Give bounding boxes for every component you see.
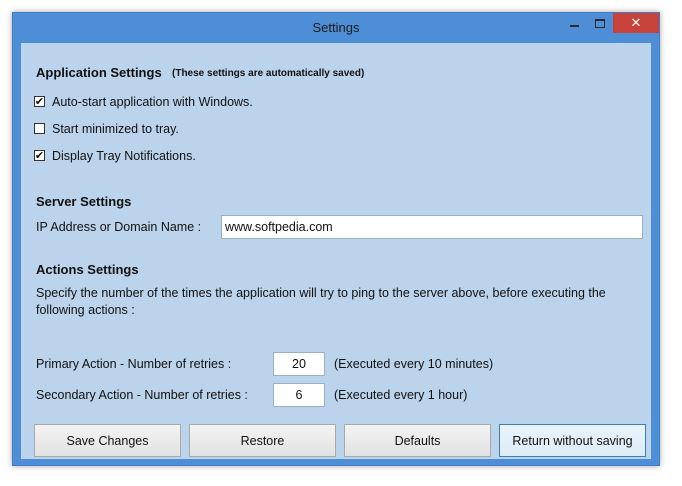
secondary-retries-input[interactable] [273, 383, 325, 407]
tray-notifications-checkbox[interactable]: ✔ [34, 150, 45, 161]
secondary-action-label: Secondary Action - Number of retries : [36, 388, 248, 402]
server-settings-heading: Server Settings [36, 194, 132, 209]
primary-action-note: (Executed every 10 minutes) [334, 357, 494, 371]
primary-retries-input[interactable] [273, 352, 325, 376]
actions-description: Specify the number of the times the appl… [36, 285, 648, 319]
return-without-saving-button[interactable]: Return without saving [499, 424, 646, 457]
auto-start-label[interactable]: Auto-start application with Windows. [52, 95, 253, 109]
title-bar[interactable]: Settings ✕ [13, 13, 659, 43]
primary-action-label: Primary Action - Number of retries : [36, 357, 232, 371]
maximize-icon [595, 18, 605, 28]
maximize-button[interactable] [587, 13, 613, 33]
actions-description-line2: following actions : [36, 303, 135, 317]
actions-description-line1: Specify the number of the times the appl… [36, 286, 606, 300]
start-minimized-label[interactable]: Start minimized to tray. [52, 122, 179, 136]
minimize-icon [569, 25, 579, 27]
save-changes-button[interactable]: Save Changes [34, 424, 181, 457]
minimize-button[interactable] [561, 13, 587, 33]
ip-address-label: IP Address or Domain Name : [36, 220, 202, 234]
close-icon: ✕ [630, 15, 642, 31]
secondary-action-note: (Executed every 1 hour) [334, 388, 468, 402]
actions-settings-heading: Actions Settings [36, 262, 139, 277]
checkmark-icon: ✔ [34, 148, 45, 162]
auto-start-checkbox[interactable]: ✔ [34, 96, 45, 107]
start-minimized-checkbox[interactable] [34, 123, 45, 134]
checkmark-icon: ✔ [34, 94, 45, 108]
settings-window: Settings ✕ Application Settings (These s… [12, 12, 660, 466]
settings-panel: Application Settings (These settings are… [21, 43, 651, 459]
tray-notifications-label[interactable]: Display Tray Notifications. [52, 149, 196, 163]
auto-save-note: (These settings are automatically saved) [172, 68, 365, 79]
restore-button[interactable]: Restore [189, 424, 336, 457]
app-settings-heading: Application Settings [36, 65, 162, 80]
ip-address-input[interactable] [221, 215, 643, 239]
close-button[interactable]: ✕ [613, 13, 659, 33]
defaults-button[interactable]: Defaults [344, 424, 491, 457]
